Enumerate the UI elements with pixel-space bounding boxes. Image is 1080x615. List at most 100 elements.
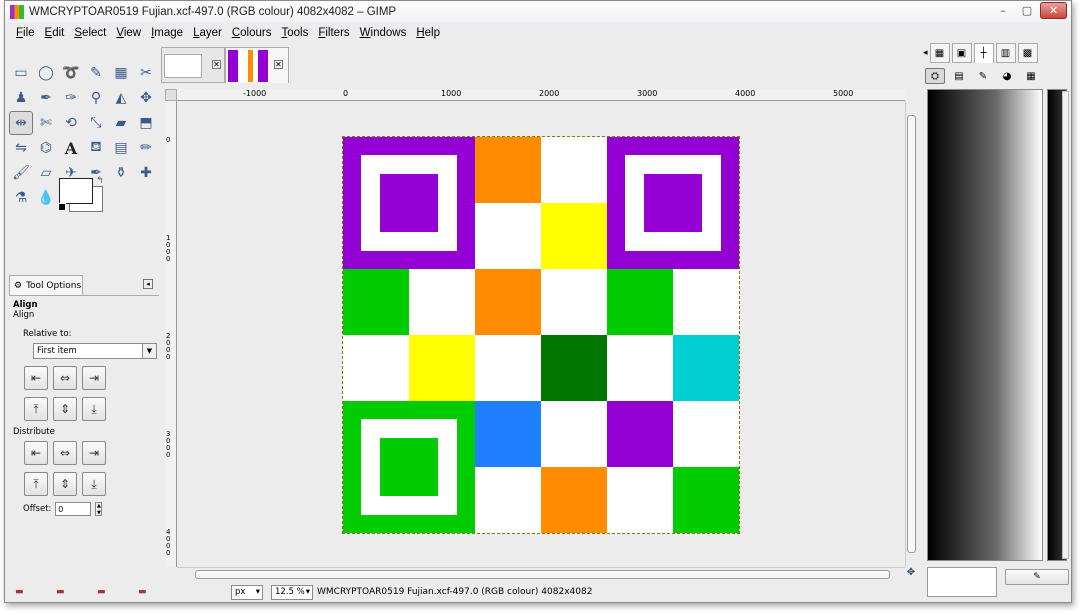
tab-palettes[interactable]: ▩	[1017, 43, 1038, 63]
image-tab-2[interactable]: ✕	[225, 47, 289, 83]
horizontal-scroll-thumb[interactable]	[195, 570, 890, 579]
paintbrush-icon[interactable]: 🖌	[9, 161, 33, 185]
horizontal-scrollbar[interactable]	[177, 567, 905, 579]
vertical-scrollbar[interactable]	[905, 101, 916, 567]
navigate-icon[interactable]: ✥	[905, 567, 917, 579]
vertical-ruler[interactable]: 0 1000 2000 3000 4000	[165, 101, 177, 567]
distribute-right-button[interactable]: ⇥	[82, 441, 106, 465]
save-options-icon[interactable]: ▬	[15, 587, 27, 597]
close-button[interactable]: ✕	[1040, 2, 1067, 19]
menu-colours[interactable]: Colours	[227, 27, 277, 39]
distribute-left-button[interactable]: ⇤	[24, 441, 48, 465]
tab-brushes[interactable]: ▣	[951, 43, 972, 63]
cage-icon[interactable]: ⌬	[34, 136, 58, 160]
distribute-middle-v-button[interactable]: ⇕	[53, 472, 77, 496]
distribute-top-button[interactable]: ⤒	[24, 472, 48, 496]
heal-icon[interactable]: ✚	[134, 161, 158, 185]
tab-color-wheel[interactable]: ◕	[997, 68, 1017, 84]
rect-select-icon[interactable]: ▭	[9, 61, 33, 85]
align-top-edge-button[interactable]: ⤒	[24, 397, 48, 421]
restore-options-icon[interactable]: ▬	[56, 587, 68, 597]
dock-bottom-field[interactable]	[927, 567, 997, 597]
offset-spinner[interactable]: ▲ ▼	[95, 502, 103, 516]
distribute-bottom-button[interactable]: ⤓	[82, 472, 106, 496]
gradient-preview[interactable]	[927, 89, 1043, 561]
perspective-clone-icon[interactable]: ⚗	[9, 186, 33, 210]
scissors-icon[interactable]: ✂	[134, 61, 158, 85]
pencil-icon[interactable]: ✏	[134, 136, 158, 160]
menu-help[interactable]: Help	[411, 27, 445, 39]
panel-menu-button[interactable]: ◂	[143, 279, 153, 289]
fg-bg-color-selector[interactable]: ↰	[58, 176, 105, 212]
image-tab-1[interactable]: ✕	[161, 47, 225, 83]
color-picker-icon[interactable]: ✑	[59, 86, 83, 110]
crop-icon[interactable]: ✄	[34, 111, 58, 135]
tab-gradients[interactable]: ▥	[995, 43, 1016, 63]
tab-tool-options[interactable]: ⚙ Tool Options	[9, 275, 83, 295]
chevron-down-icon[interactable]: ▼	[142, 344, 156, 358]
menu-image[interactable]: Image	[146, 27, 188, 39]
bucket-fill-icon[interactable]: ⛾	[84, 136, 108, 160]
ellipse-select-icon[interactable]: ◯	[34, 61, 58, 85]
flip-icon[interactable]: ⇋	[9, 136, 33, 160]
align-right-edge-button[interactable]: ⇥	[82, 366, 106, 390]
paths-icon[interactable]: ✒	[34, 86, 58, 110]
blend-icon[interactable]: ▤	[109, 136, 133, 160]
distribute-center-h-button[interactable]: ⇔	[53, 441, 77, 465]
unit-select[interactable]: px ▾	[231, 584, 263, 600]
align-center-h-button[interactable]: ⇔	[53, 366, 77, 390]
menu-select[interactable]: Select	[69, 27, 111, 39]
align-icon[interactable]: ⇹	[9, 111, 33, 135]
close-icon[interactable]: ✕	[212, 60, 221, 69]
menu-edit[interactable]: Edit	[40, 27, 70, 39]
menu-view[interactable]: View	[111, 27, 146, 39]
free-select-icon[interactable]: ➰	[59, 61, 83, 85]
delete-options-icon[interactable]: ▬	[97, 587, 109, 597]
shear-icon[interactable]: ▰	[109, 111, 133, 135]
zoom-select[interactable]: 12.5 % ▾	[271, 584, 313, 600]
relative-to-select[interactable]: First item ▼	[33, 343, 157, 359]
tab-palette[interactable]: ▦	[1021, 68, 1041, 84]
close-icon[interactable]: ✕	[274, 60, 283, 69]
eraser-icon[interactable]: ▱	[34, 161, 58, 185]
text-icon[interactable]: A	[59, 136, 83, 160]
perspective-icon[interactable]: ⬒	[134, 111, 158, 135]
minimize-button[interactable]: –	[992, 2, 1014, 19]
foreground-select-icon[interactable]: ♟	[9, 86, 33, 110]
fuzzy-select-icon[interactable]: ✎	[84, 61, 108, 85]
dock-bottom-button[interactable]: ✎	[1005, 569, 1069, 585]
select-by-color-icon[interactable]: ▦	[109, 61, 133, 85]
offset-input[interactable]	[55, 502, 92, 516]
zoom-icon[interactable]: ⚲	[84, 86, 108, 110]
clone-icon[interactable]: ⚱	[109, 161, 133, 185]
menu-windows[interactable]: Windows	[355, 27, 412, 39]
menu-filters[interactable]: Filters	[313, 27, 354, 39]
move-icon[interactable]: ✥	[134, 86, 158, 110]
menu-tools[interactable]: Tools	[276, 27, 313, 39]
align-bottom-edge-button[interactable]: ⤓	[82, 397, 106, 421]
scale-icon[interactable]: ⤡	[84, 111, 108, 135]
rotate-icon[interactable]: ⟲	[59, 111, 83, 135]
maximize-button[interactable]: ▢	[1016, 2, 1038, 19]
align-middle-v-button[interactable]: ⇕	[53, 397, 77, 421]
swap-colors-icon[interactable]: ↰	[96, 176, 104, 186]
measure-icon[interactable]: ◭	[109, 86, 133, 110]
vertical-scroll-thumb[interactable]	[907, 115, 916, 553]
dock-menu-icon[interactable]: ◂	[923, 48, 928, 58]
tab-patterns[interactable]: ▦	[929, 43, 950, 63]
tab-tool-presets[interactable]: ⛭	[925, 68, 945, 84]
blur-icon[interactable]: 💧	[34, 186, 58, 210]
ruler-corner[interactable]	[165, 89, 177, 101]
image-canvas[interactable]	[342, 136, 740, 534]
tab-device-status[interactable]: ▤	[949, 68, 969, 84]
reset-options-icon[interactable]: ▬	[138, 587, 150, 597]
tab-fonts[interactable]: ┼	[973, 43, 994, 63]
menu-file[interactable]: File	[11, 27, 40, 39]
menu-layer[interactable]: Layer	[188, 27, 227, 39]
tab-paint-dynamics[interactable]: ✎	[973, 68, 993, 84]
horizontal-ruler[interactable]: -1000 0 1000 2000 3000 4000 5000	[177, 89, 905, 101]
dock-scrollbar[interactable]	[1062, 91, 1069, 559]
foreground-color-swatch[interactable]	[59, 178, 93, 204]
align-left-edge-button[interactable]: ⇤	[24, 366, 48, 390]
reset-colors-icon[interactable]	[58, 203, 66, 211]
